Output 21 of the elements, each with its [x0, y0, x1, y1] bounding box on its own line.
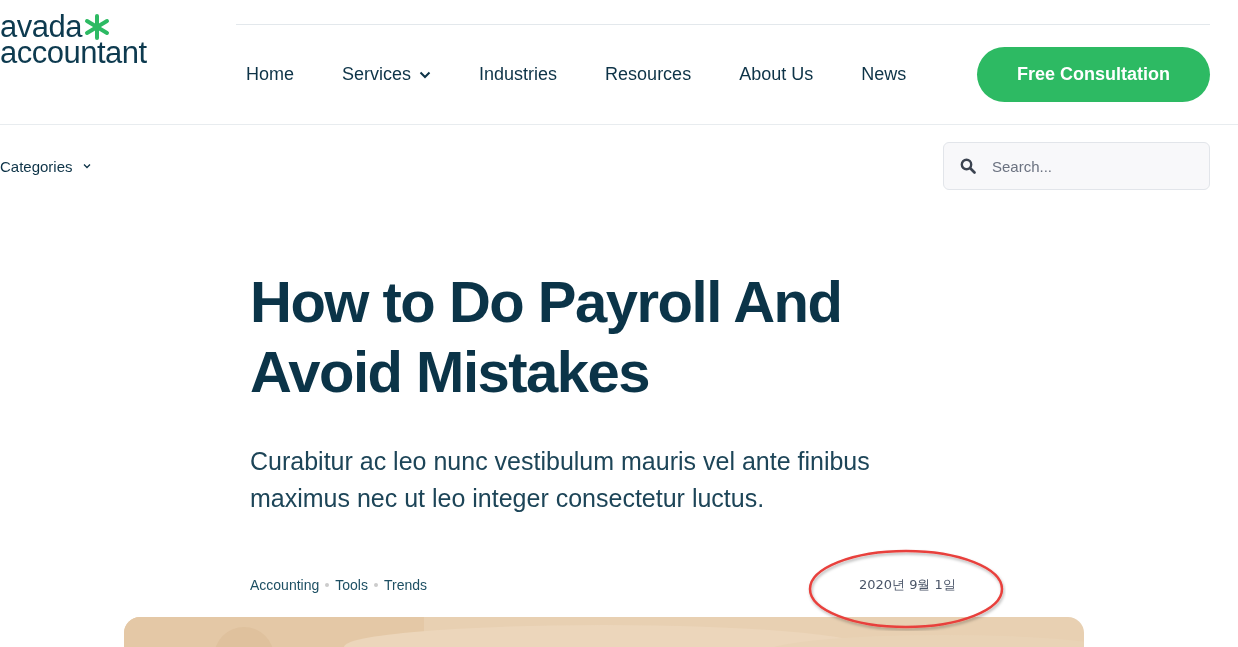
nav-link[interactable]: Resources [605, 64, 692, 85]
separator-dot [373, 583, 378, 587]
chevron-down-icon [419, 70, 432, 79]
nav-link[interactable]: News [861, 64, 907, 85]
tag-link[interactable]: Tools [335, 577, 368, 593]
categories-dropdown[interactable]: Categories [0, 157, 91, 175]
nav-link[interactable]: Home [246, 64, 294, 85]
tag-link[interactable]: Accounting [250, 577, 320, 593]
search-field[interactable]: Search... [943, 142, 1210, 190]
separator-dot [325, 583, 330, 587]
logo-wordmark: accountant [0, 40, 148, 66]
nav-link[interactable]: Services [342, 64, 432, 85]
asterisk-icon [83, 14, 110, 40]
article-title: How to Do Payroll And Avoid Mistakes [250, 268, 843, 406]
tag-link[interactable]: Trends [383, 577, 428, 593]
nav-link[interactable]: Industries [479, 64, 558, 85]
post-date: 2020년 9월 1일 [859, 576, 956, 594]
chevron-down-icon [82, 163, 91, 169]
article-subtitle: Curabitur ac leo nunc vestibulum mauris vel ante finibus maximus nec ut leo integer consectetur luctus. [250, 446, 871, 514]
nav-link[interactable]: About Us [739, 64, 814, 85]
logo-wordmark: avada [0, 14, 82, 40]
